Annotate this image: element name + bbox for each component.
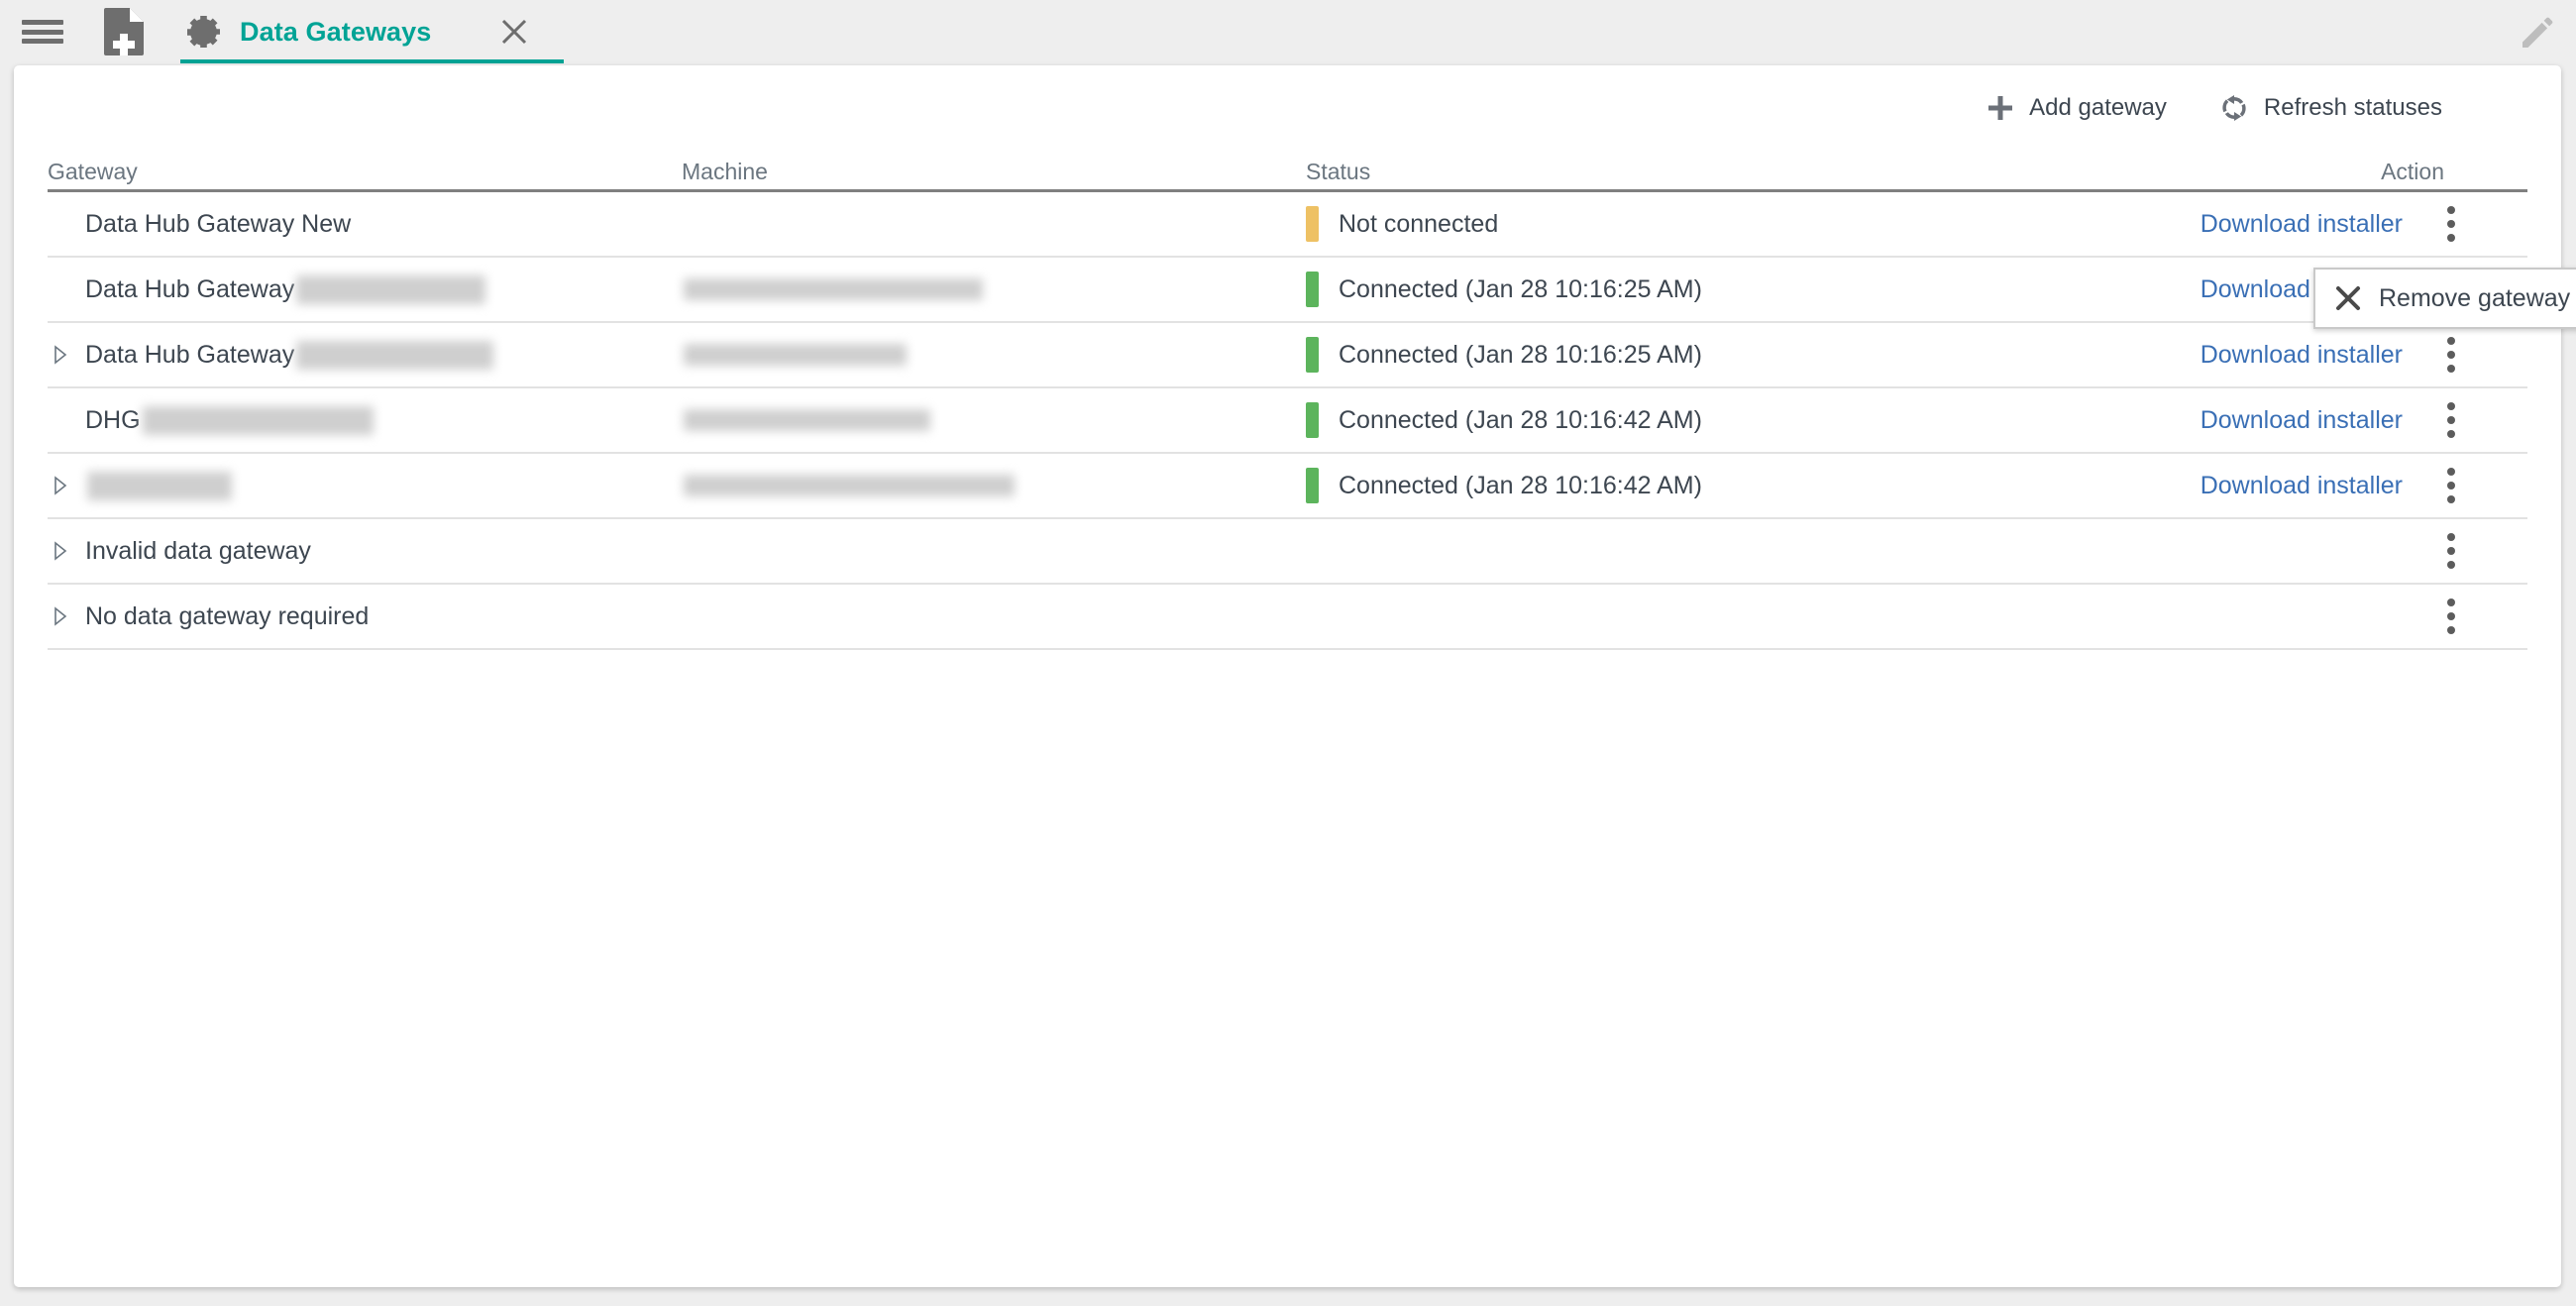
add-gateway-button[interactable]: Add gateway <box>1986 93 2167 123</box>
cell-machine: SqlFor46.dsv2k12.cep <box>682 409 1306 431</box>
cell-status: Not connected <box>1306 206 2151 242</box>
add-gateway-label: Add gateway <box>2029 94 2167 121</box>
refresh-icon <box>2218 92 2250 124</box>
status-badge <box>1306 468 1319 503</box>
download-installer-link[interactable]: Download installer <box>2200 406 2403 435</box>
chevron-right-icon[interactable] <box>48 473 73 498</box>
active-tab-indicator <box>180 59 565 63</box>
column-header-gateway: Gateway <box>48 159 138 184</box>
machine-name-redacted: APP05.dsv2k12.cep <box>684 344 908 366</box>
gear-icon <box>184 12 224 52</box>
download-installer-link[interactable]: Download installer <box>2200 341 2403 370</box>
remove-gateway-menu-item[interactable]: Remove gateway <box>2379 284 2570 313</box>
more-vertical-icon[interactable] <box>2432 203 2470 245</box>
gateway-name: Data Hub Gateway New <box>85 209 352 238</box>
new-document-icon[interactable] <box>101 6 147 57</box>
download-installer-link[interactable]: Download installer <box>2200 472 2403 500</box>
machine-name-redacted: SqlFor46.dsv2k12.cep <box>684 409 930 431</box>
table-row[interactable]: Invalid data gateway <box>48 519 2527 585</box>
cell-gateway: gt-elborjan15 <box>48 471 682 500</box>
status-badge <box>1306 337 1319 373</box>
table-row[interactable]: Data Hub Gateway New Not connected Downloa… <box>48 192 2527 258</box>
gateway-name: DHG <box>85 405 141 434</box>
cell-status: Connected (Jan 28 10:16:42 AM) <box>1306 402 2151 438</box>
cell-machine: APP05.dsv2k12.cep <box>682 344 1306 366</box>
status-text: Not connected <box>1339 209 1499 238</box>
gateway-name-redacted: sPowerPlatform1 <box>296 274 485 304</box>
chevron-right-icon[interactable] <box>48 342 73 368</box>
gateway-name-redacted: _125latest_SQLforall <box>142 405 375 435</box>
more-vertical-icon[interactable] <box>2432 465 2470 506</box>
window-tab-bar: Data Gateways <box>0 0 2576 63</box>
cell-gateway: DHG_125latest_SQLforall <box>48 405 682 435</box>
pencil-icon[interactable] <box>2515 12 2558 55</box>
hamburger-icon[interactable] <box>20 15 65 49</box>
more-vertical-icon[interactable] <box>2432 530 2470 572</box>
cell-action: Download installer <box>2151 334 2527 376</box>
table-row[interactable]: No data gateway required <box>48 585 2527 650</box>
gateway-name: No data gateway required <box>85 601 370 630</box>
cell-gateway: Invalid data gateway <box>48 537 682 566</box>
gateway-name: Invalid data gateway <box>85 536 311 565</box>
cell-status: Connected (Jan 28 10:16:25 AM) <box>1306 272 2151 307</box>
more-vertical-icon[interactable] <box>2432 334 2470 376</box>
column-header-status: Status <box>1306 159 1371 184</box>
more-vertical-icon[interactable] <box>2432 399 2470 441</box>
cell-action: Download installer <box>2151 203 2527 245</box>
status-badge <box>1306 206 1319 242</box>
cell-action <box>2151 530 2527 572</box>
table-row[interactable]: gt-elborjan15 capitol.offsited.captesting… <box>48 454 2527 519</box>
status-text: Connected (Jan 28 10:16:25 AM) <box>1339 340 1702 369</box>
status-badge <box>1306 402 1319 438</box>
column-header-machine: Machine <box>682 159 768 184</box>
table-row[interactable]: Data Hub Gateway_app05_125latestAPP05.ds… <box>48 323 2527 388</box>
cell-machine: DAP000420.cagetech.local <box>682 278 1306 300</box>
data-gateways-panel: Add gateway Refresh statuses Gateway Mac… <box>14 65 2576 1287</box>
status-text: Connected (Jan 28 10:16:42 AM) <box>1339 405 1702 434</box>
cell-action: Download installer <box>2151 465 2527 506</box>
chevron-right-icon[interactable] <box>48 603 73 629</box>
gateway-name-redacted: _app05_125latest <box>296 340 494 370</box>
cell-gateway: Data Hub Gateway New <box>48 210 682 239</box>
table-row[interactable]: DHG_125latest_SQLforallSqlFor46.dsv2k12.… <box>48 388 2527 454</box>
plus-icon <box>1986 93 2015 123</box>
table-row[interactable]: Data Hub GatewaysPowerPlatform1DAP000420… <box>48 258 2527 323</box>
machine-name-redacted: capitol.offsited.captesting.com <box>684 475 1016 496</box>
cell-gateway: No data gateway required <box>48 602 682 631</box>
gateways-table: Gateway Machine Status Action Data Hub G… <box>14 151 2561 650</box>
table-header-row: Gateway Machine Status Action <box>48 151 2527 192</box>
status-text: Connected (Jan 28 10:16:42 AM) <box>1339 471 1702 499</box>
cell-gateway: Data Hub Gateway_app05_125latest <box>48 340 682 370</box>
tab-data-gateways[interactable]: Data Gateways <box>180 0 565 63</box>
download-installer-link[interactable]: Download installer <box>2200 210 2403 239</box>
machine-name-redacted: DAP000420.cagetech.local <box>684 278 983 300</box>
panel-toolbar: Add gateway Refresh statuses <box>14 65 2561 151</box>
gateway-name: Data Hub Gateway <box>85 340 295 369</box>
cell-status: Connected (Jan 28 10:16:42 AM) <box>1306 468 2151 503</box>
status-badge <box>1306 272 1319 307</box>
cell-action: Download installer <box>2151 399 2527 441</box>
refresh-statuses-label: Refresh statuses <box>2263 94 2442 121</box>
tab-title: Data Gateways <box>240 16 432 47</box>
row-context-menu[interactable]: Remove gateway <box>2313 268 2576 329</box>
cell-action <box>2151 596 2527 637</box>
cell-machine: capitol.offsited.captesting.com <box>682 475 1306 496</box>
refresh-statuses-button[interactable]: Refresh statuses <box>2218 92 2442 124</box>
more-vertical-icon[interactable] <box>2432 596 2470 637</box>
cell-status: Connected (Jan 28 10:16:25 AM) <box>1306 337 2151 373</box>
status-text: Connected (Jan 28 10:16:25 AM) <box>1339 274 1702 303</box>
chevron-right-icon[interactable] <box>48 538 73 564</box>
gateway-name: Data Hub Gateway <box>85 274 295 303</box>
column-header-action: Action <box>2381 159 2444 184</box>
gateway-name-redacted: gt-elborjan15 <box>87 471 232 500</box>
cell-gateway: Data Hub GatewaysPowerPlatform1 <box>48 274 682 304</box>
close-x-icon <box>2333 283 2363 313</box>
close-icon[interactable] <box>496 14 532 50</box>
